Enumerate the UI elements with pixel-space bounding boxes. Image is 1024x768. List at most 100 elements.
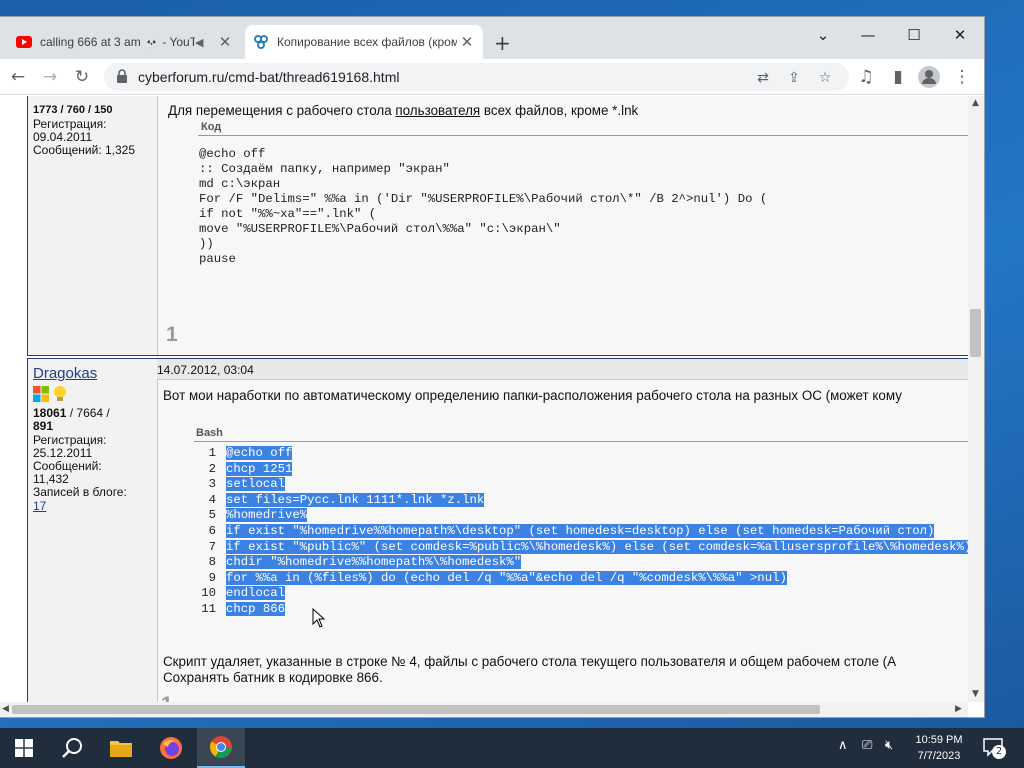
user-link[interactable]: пользователя [395,103,480,118]
line-number: 2 [208,461,216,476]
bash-code-block[interactable]: 1 @echo off 2 chcp 1251 3 setlocal 4 set files=… [196,446,968,618]
line-number: 1 [208,446,216,460]
forward-button[interactable]: → [36,63,64,91]
line-number: 6 [208,523,216,538]
user-stats: 1773 / 760 / 150 [33,104,113,116]
selected-code-text: for %%a in (%files%) do (echo del /q "%%… [226,570,787,585]
page-viewport: 1773 / 760 / 150 Регистрация: 09.04.2011… [0,96,968,702]
side-panel-icon[interactable]: ▮ [884,63,912,91]
media-control-icon[interactable]: ♫ [852,63,880,91]
chrome-button[interactable] [197,728,245,768]
selected-code-text: set files=Русс.lnk 1111*.lnk *z.lnk [226,492,485,507]
browser-window: calling 666 at 3 am 💀 - YouTube ◀︎ ✕ Коп… [0,17,984,717]
messages-count: 11,432 [33,472,69,486]
selected-code-text: chdir "%homedrive%%homepath%\%homedesk%" [226,555,522,570]
notification-count-badge: 2 [992,745,1006,759]
selected-code-text: chcp 866 [226,601,286,616]
scroll-up-icon[interactable]: ▲ [972,98,979,108]
show-hidden-icons-icon[interactable]: ∧ [838,738,848,753]
firefox-button[interactable] [147,728,195,768]
registration-label: Регистрация: [33,117,107,131]
close-icon[interactable]: ✕ [215,33,235,51]
back-button[interactable]: ← [4,63,32,91]
lightbulb-icon [54,386,66,401]
speaker-icon[interactable]: ◀︎ [195,36,209,49]
search-button[interactable] [48,728,96,768]
horizontal-scrollbar[interactable]: ◀ ▶ [0,702,968,717]
browser-toolbar: ← → ↻ cyberforum.ru/cmd-bat/thread619168… [0,59,984,95]
minimize-button[interactable]: — [845,21,891,49]
share-icon[interactable]: ⇪ [783,67,805,89]
blog-count-link[interactable]: 17 [33,499,46,513]
tab-title: Копирование всех файлов (кроме [277,35,457,49]
selected-code-text: endlocal [226,586,286,601]
scroll-down-icon[interactable]: ▼ [972,689,979,699]
post-footer-text: Сохранять батник в кодировке 866. [163,670,383,685]
author-link[interactable]: Dragokas [33,365,97,382]
post-header: 14.07.2012, 03:04 [157,359,968,380]
code-line: 4 set files=Русс.lnk 1111*.lnk *z.lnk [196,492,968,509]
post-body: Для перемещения с рабочего стола пользов… [157,96,968,355]
selected-code-text: setlocal [226,477,286,492]
code-line: @echo off [199,147,266,161]
line-number: 10 [201,586,216,601]
code-line: 1 @echo off [196,446,968,462]
messages-count: Сообщений: 1,325 [33,143,136,157]
scroll-left-icon[interactable]: ◀ [2,704,9,714]
code-line: if not "%%~xa"==".lnk" ( [199,207,377,221]
notifications-button[interactable]: 2 [982,737,1006,759]
code-divider [194,441,968,442]
menu-kebab-icon[interactable]: ⋮ [948,63,976,91]
tab-strip: calling 666 at 3 am 💀 - YouTube ◀︎ ✕ Коп… [0,17,984,59]
code-label: Код [201,121,222,133]
address-bar[interactable]: cyberforum.ru/cmd-bat/thread619168.html … [104,63,849,91]
scroll-thumb[interactable] [970,309,981,357]
system-clock[interactable]: 10:59 PM 7/7/2023 [908,732,970,764]
url-text: cyberforum.ru/cmd-bat/thread619168.html [138,69,400,85]
selected-code-text: chcp 1251 [226,461,293,476]
file-explorer-button[interactable] [97,728,145,768]
code-line: 6 if exist "%homedrive%%homepath%\desktop… [196,523,968,540]
registration-date: 25.12.2011 [33,446,93,460]
bookmark-star-icon[interactable]: ☆ [814,67,836,89]
tab-youtube[interactable]: calling 666 at 3 am 💀 - YouTube ◀︎ ✕ [8,25,241,59]
code-line: For /F "Delims=" %%a in ('Dir "%USERPROF… [199,192,768,206]
code-line: )) [199,237,214,251]
forum-post: 1773 / 760 / 150 Регистрация: 09.04.2011… [27,96,968,356]
scroll-right-icon[interactable]: ▶ [955,704,962,714]
firefox-icon [160,737,182,759]
tab-cyberforum[interactable]: Копирование всех файлов (кроме ✕ [245,25,483,59]
chrome-icon [210,736,232,758]
close-icon[interactable]: ✕ [457,33,477,51]
code-line: 5 %homedrive% [196,508,968,524]
youtube-icon [16,36,32,48]
vertical-scrollbar[interactable]: ▲ ▼ [968,96,984,702]
code-line: move "%USERPROFILE%\Рабочий стол\%%a" "c… [199,222,561,236]
line-number: 9 [208,570,216,585]
profile-avatar[interactable] [915,63,943,91]
translate-icon[interactable]: ⇄ [752,67,774,89]
code-line: 9 for %%a in (%files%) do (echo del /q "%… [196,570,968,587]
tab-search-button[interactable]: ⌄ [800,21,846,49]
new-tab-button[interactable]: + [494,31,511,55]
selected-code-text: if exist "%homedrive%%homepath%\desktop"… [226,523,935,538]
user-stats: 18061 / 7664 / [33,406,110,420]
line-number: 5 [208,508,216,523]
volume-muted-icon[interactable]: 🔇︎ [885,738,893,753]
code-block[interactable]: @echo off:: Создаём папку, например "экр… [199,147,767,267]
messages-label: Сообщений: [33,459,102,473]
windows-logo-icon [33,386,49,402]
maximize-button[interactable]: ☐ [891,21,937,49]
selected-code-text: @echo off [226,446,293,460]
code-divider [198,135,968,136]
close-window-button[interactable]: ✕ [937,21,983,49]
code-line: :: Создаём папку, например "экран" [199,162,450,176]
forum-post: 14.07.2012, 03:04 Dragokas 18061 / 7664 … [27,358,968,702]
scroll-thumb[interactable] [12,705,820,714]
code-line: 7 if exist "%public%" (set comdesk=%publi… [196,539,968,556]
post-author-sidebar: Dragokas 18061 / 7664 / 891 Регистрация:… [28,359,157,702]
line-number: 8 [208,555,216,570]
reload-button[interactable]: ↻ [68,63,96,91]
start-button[interactable] [0,728,48,768]
network-icon[interactable]: ⎚ [862,738,872,753]
